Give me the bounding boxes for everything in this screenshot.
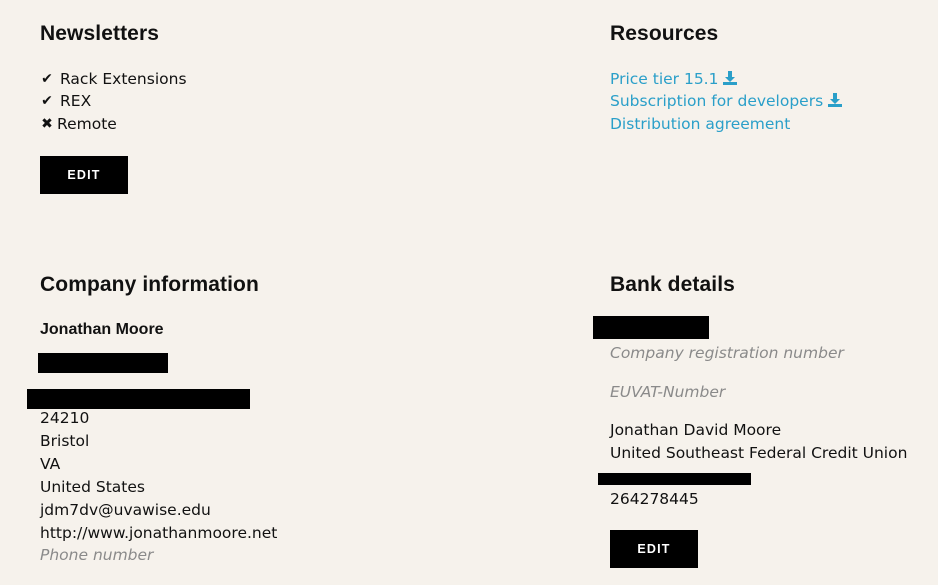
resource-item-price-tier: Price tier 15.1 xyxy=(610,69,738,89)
newsletter-item-remote: ✖ Remote xyxy=(40,114,117,134)
check-icon: ✔ xyxy=(41,71,53,87)
company-state: VA xyxy=(40,455,61,473)
euvat-placeholder: EUVAT-Number xyxy=(610,383,726,401)
price-tier-link[interactable]: Price tier 15.1 xyxy=(610,70,738,88)
newsletters-heading: Newsletters xyxy=(40,22,159,45)
redaction-bar xyxy=(38,353,168,373)
company-city: Bristol xyxy=(40,432,90,450)
subscription-developers-link[interactable]: Subscription for developers xyxy=(610,92,843,110)
account-holder: Jonathan David Moore xyxy=(610,421,782,439)
download-icon xyxy=(723,71,738,85)
edit-bank-details-button[interactable]: EDIT xyxy=(610,530,698,568)
redaction-bar xyxy=(593,316,709,339)
check-icon: ✔ xyxy=(41,93,53,109)
company-website: http://www.jonathanmoore.net xyxy=(40,524,278,542)
company-registration-placeholder: Company registration number xyxy=(610,344,844,362)
newsletter-label: Remote xyxy=(57,115,117,133)
distribution-agreement-link[interactable]: Distribution agreement xyxy=(610,115,790,133)
download-icon xyxy=(828,93,843,107)
bank-name: United Southeast Federal Credit Union xyxy=(610,444,908,462)
redaction-bar xyxy=(27,389,250,409)
newsletter-label: REX xyxy=(60,92,92,110)
newsletter-item-rack-extensions: ✔ Rack Extensions xyxy=(40,69,187,89)
company-country: United States xyxy=(40,478,145,496)
company-info-heading: Company information xyxy=(40,273,259,296)
company-contact-name: Jonathan Moore xyxy=(40,321,164,338)
company-phone-placeholder: Phone number xyxy=(40,546,154,564)
routing-number: 264278445 xyxy=(610,490,699,508)
company-email: jdm7dv@uvawise.edu xyxy=(40,501,211,519)
newsletter-label: Rack Extensions xyxy=(60,70,187,88)
edit-newsletters-button[interactable]: EDIT xyxy=(40,156,128,194)
newsletter-item-rex: ✔ REX xyxy=(40,91,91,111)
redaction-bar xyxy=(598,473,751,485)
bank-details-heading: Bank details xyxy=(610,273,735,296)
company-zip: 24210 xyxy=(40,409,90,427)
resources-heading: Resources xyxy=(610,22,719,45)
resource-link-label: Subscription for developers xyxy=(610,92,824,110)
resource-item-subscription: Subscription for developers xyxy=(610,91,843,111)
resource-link-label: Price tier 15.1 xyxy=(610,70,719,88)
resource-item-distribution: Distribution agreement xyxy=(610,114,790,134)
x-icon: ✖ xyxy=(41,116,53,132)
